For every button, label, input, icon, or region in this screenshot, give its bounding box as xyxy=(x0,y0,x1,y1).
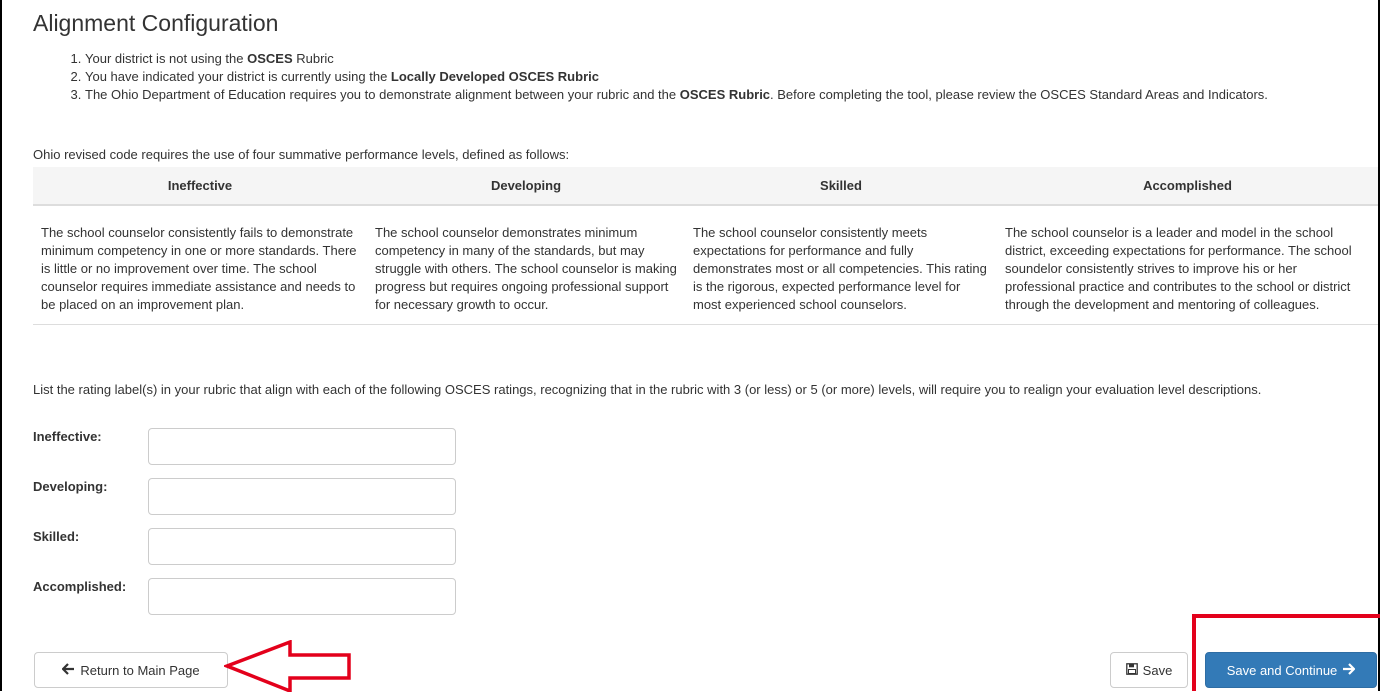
instructions-text: List the rating label(s) in your rubric … xyxy=(33,382,1262,397)
field-row-skilled: Skilled: xyxy=(33,528,456,565)
skilled-label: Skilled: xyxy=(33,529,80,544)
red-highlight-annotation xyxy=(1192,614,1380,691)
description-skilled: The school counselor consistently meets … xyxy=(685,205,997,325)
ineffective-input[interactable] xyxy=(148,428,456,465)
arrow-left-icon xyxy=(61,662,75,678)
field-row-developing: Developing: xyxy=(33,478,456,515)
field-row-accomplished: Accomplished: xyxy=(33,578,456,615)
field-row-ineffective: Ineffective: xyxy=(33,428,456,465)
table-header-row: Ineffective Developing Skilled Accomplis… xyxy=(33,167,1378,206)
page-title: Alignment Configuration xyxy=(33,10,279,36)
return-to-main-label: Return to Main Page xyxy=(80,662,200,678)
intro-text: Ohio revised code requires the use of fo… xyxy=(33,147,570,162)
ineffective-label: Ineffective: xyxy=(33,429,102,444)
red-arrow-annotation-icon xyxy=(224,640,351,692)
floppy-disk-icon xyxy=(1125,662,1138,678)
description-developing: The school counselor demonstrates minimu… xyxy=(367,205,685,325)
developing-input[interactable] xyxy=(148,478,456,515)
description-ineffective: The school counselor consistently fails … xyxy=(33,205,367,325)
save-label: Save xyxy=(1142,662,1173,678)
step-item: You have indicated your district is curr… xyxy=(85,68,1363,86)
header-accomplished: Accomplished xyxy=(997,167,1378,206)
accomplished-label: Accomplished: xyxy=(33,579,127,594)
save-button[interactable]: Save xyxy=(1110,652,1188,688)
return-to-main-button[interactable]: Return to Main Page xyxy=(34,652,228,688)
developing-label: Developing: xyxy=(33,479,108,494)
header-skilled: Skilled xyxy=(685,167,997,206)
accomplished-input[interactable] xyxy=(148,578,456,615)
step-item: The Ohio Department of Education require… xyxy=(85,86,1363,104)
window-border-left xyxy=(0,0,2,691)
table-row: The school counselor consistently fails … xyxy=(33,205,1378,325)
header-ineffective: Ineffective xyxy=(33,167,367,206)
steps-list: Your district is not using the OSCES Rub… xyxy=(33,50,1363,104)
header-developing: Developing xyxy=(367,167,685,206)
skilled-input[interactable] xyxy=(148,528,456,565)
description-accomplished: The school counselor is a leader and mod… xyxy=(997,205,1378,325)
step-item: Your district is not using the OSCES Rub… xyxy=(85,50,1363,68)
performance-levels-table: Ineffective Developing Skilled Accomplis… xyxy=(33,167,1378,325)
